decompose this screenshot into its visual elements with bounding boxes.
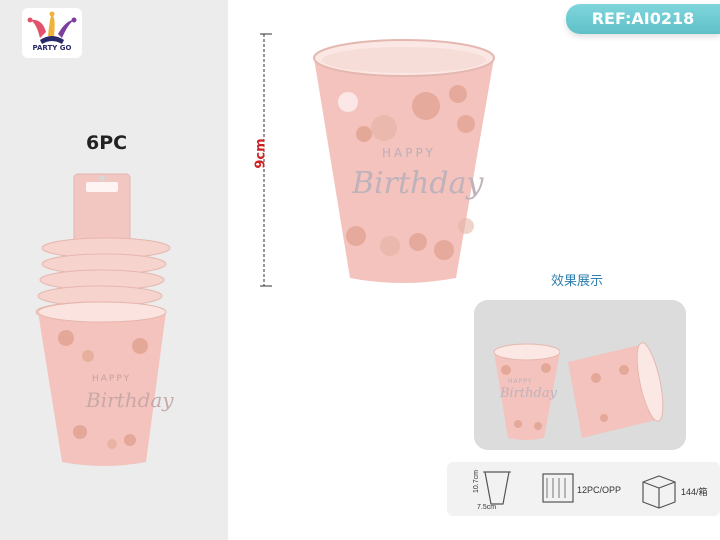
left-panel: PARTY GO 6PC HAPPY Birthday — [0, 0, 228, 540]
cup-size-icon — [483, 471, 511, 505]
inner-pack-spec: 12PC/OPP — [577, 485, 622, 495]
main-cup-text-birthday: Birthday — [352, 166, 484, 201]
carton-box-icon — [642, 475, 676, 509]
scene-cup-text-birthday: Birthday — [500, 386, 557, 401]
carton-spec: 144/箱 — [681, 487, 708, 497]
spec-bar: 10.7cm 7.5cm 12PC/OPP 144/箱 — [447, 462, 720, 516]
reference-badge: REF:AI0218 — [566, 4, 720, 34]
opp-bag-icon — [542, 473, 574, 503]
cup-width-spec: 7.5cm — [477, 504, 497, 511]
brand-logo-text: PARTY GO — [32, 44, 72, 52]
height-label: 9cm — [253, 138, 269, 169]
brand-logo: PARTY GO — [22, 8, 82, 58]
cup-height-spec: 10.7cm — [472, 470, 480, 493]
main-cup-text-happy: HAPPY — [382, 146, 436, 160]
stacked-cup-text-happy: HAPPY — [92, 374, 132, 384]
effect-display-label: 效果展示 — [551, 274, 604, 289]
main-cup-image — [313, 39, 495, 283]
stacked-cup-text-birthday: Birthday — [86, 388, 174, 412]
pack-count-label: 6PC — [86, 132, 128, 154]
scene-photo: HAPPY Birthday — [474, 300, 686, 450]
scene-cup-text-happy: HAPPY — [508, 378, 533, 385]
jester-hat-icon — [27, 11, 77, 44]
stacked-cups-image — [35, 173, 171, 466]
